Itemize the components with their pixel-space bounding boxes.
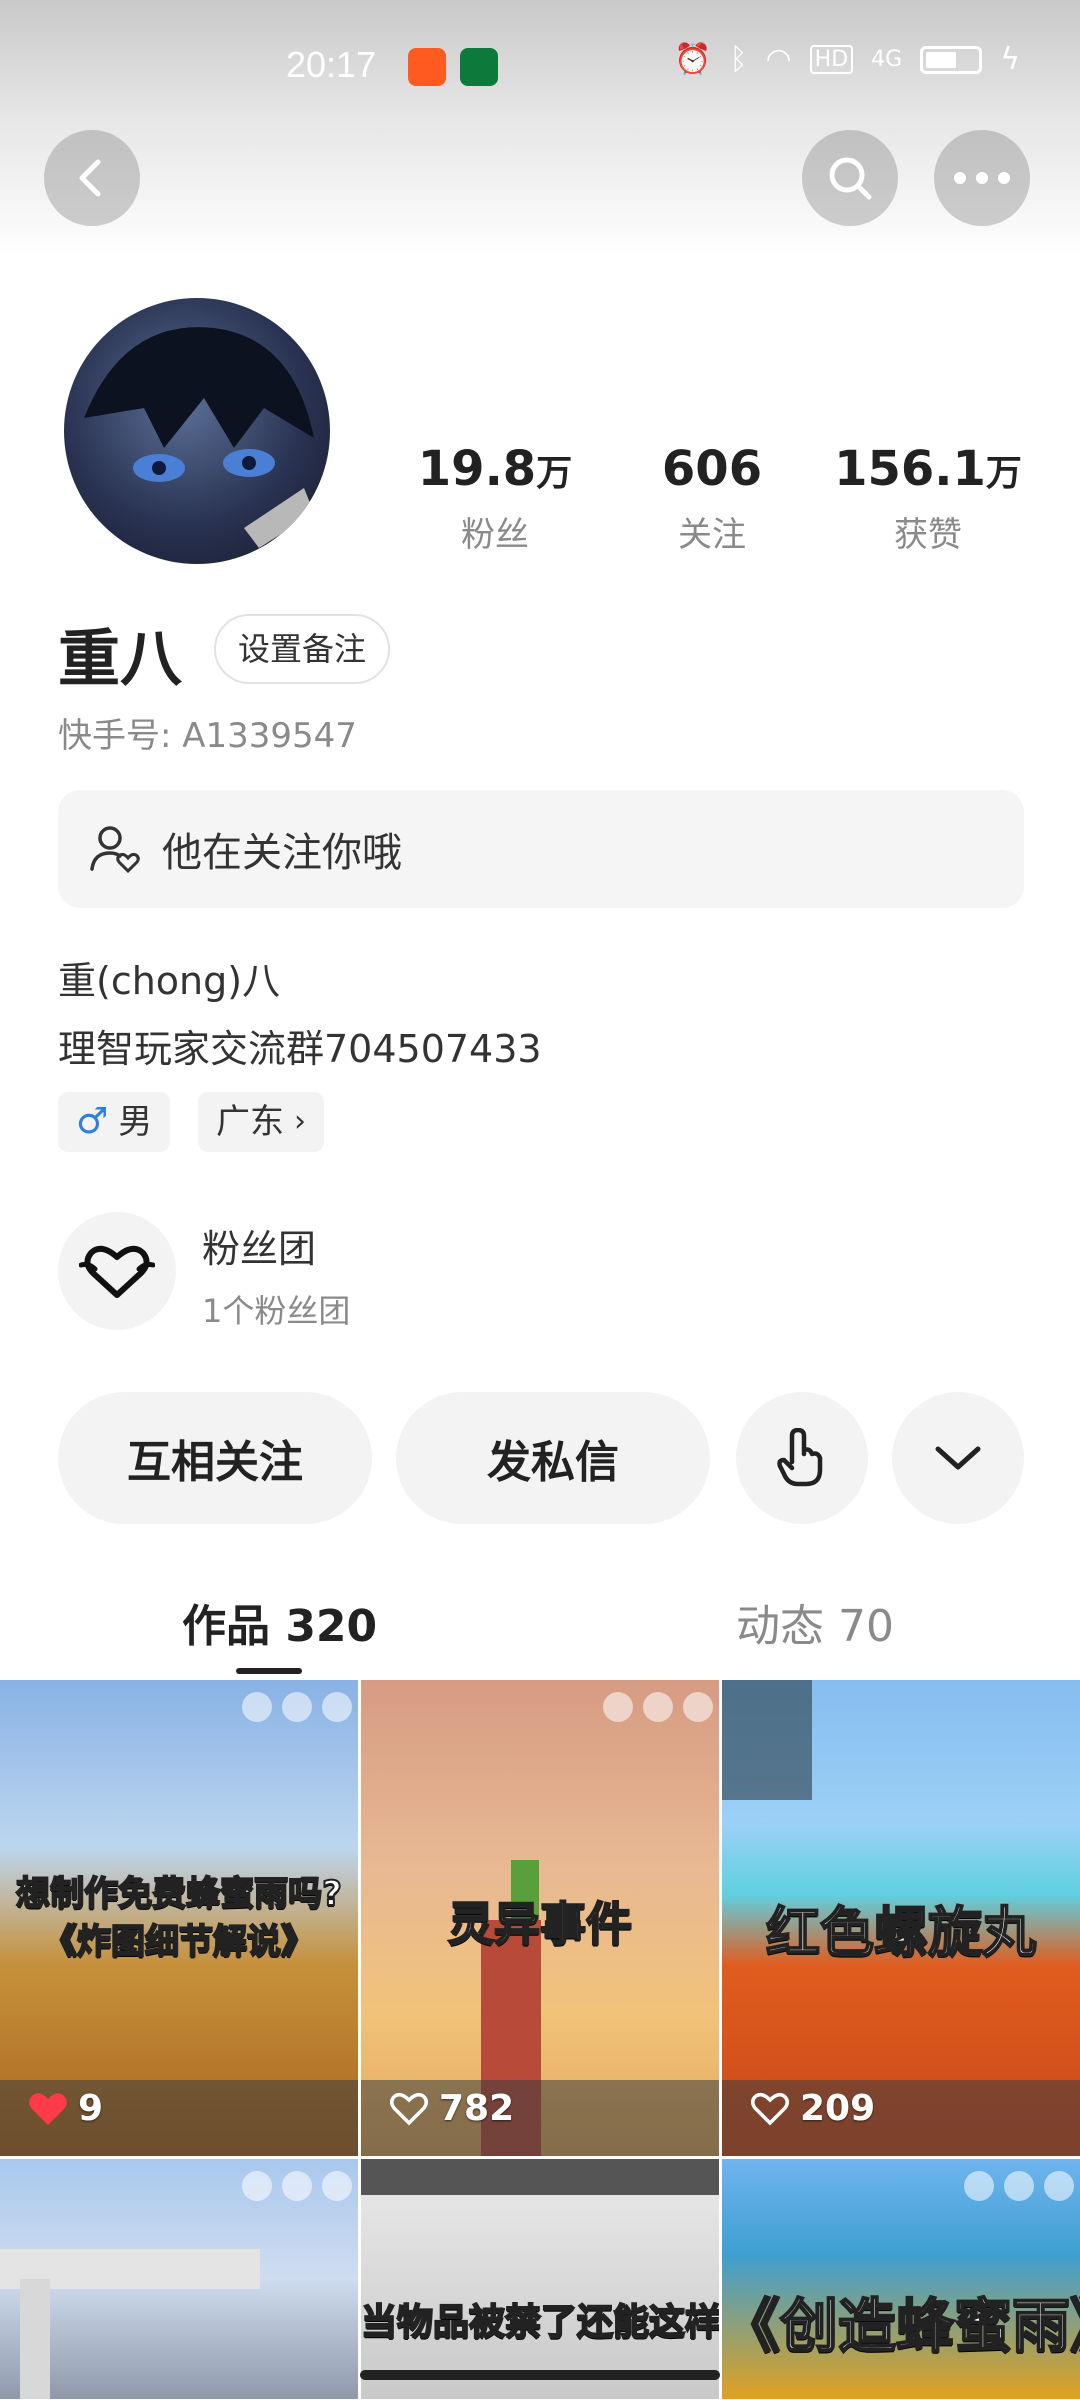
like-count-value: 782 xyxy=(439,2088,515,2129)
more-button[interactable] xyxy=(934,130,1030,226)
tab-moments[interactable]: 动态 70 xyxy=(736,1590,894,1654)
stat-unit: 万 xyxy=(985,453,1022,494)
video-title: 想制作免费蜂蜜雨吗?《炸图细节解说》 xyxy=(15,1873,343,1963)
back-button[interactable] xyxy=(44,130,140,226)
thumbnail-corner-icons xyxy=(603,1692,713,1722)
status-icons: ⏰ ᛒ ◠ HD 4G ϟ xyxy=(674,42,1020,77)
chevron-left-icon xyxy=(79,159,101,197)
more-dots-icon xyxy=(954,172,1010,184)
follows-you-notice: 他在关注你哦 xyxy=(58,790,1024,908)
stat-unit: 万 xyxy=(536,453,573,494)
video-title: 《创造蜂蜜雨》 xyxy=(722,2291,1080,2361)
thumbnail-corner-icons xyxy=(242,1692,352,1722)
kuaishou-id: 快手号: A1339547 xyxy=(58,716,357,756)
stat-number: 156.1 xyxy=(834,441,986,497)
more-actions-dropdown[interactable] xyxy=(892,1392,1024,1524)
username: 重八 xyxy=(58,622,183,695)
tap-finger-icon xyxy=(777,1428,823,1487)
heart-outline-icon xyxy=(390,2092,428,2125)
thumbnail-toolbar xyxy=(361,2159,719,2195)
home-indicator[interactable] xyxy=(360,2370,720,2380)
heart-filled-icon xyxy=(29,2092,67,2125)
like-count-value: 9 xyxy=(78,2088,104,2129)
poke-button[interactable] xyxy=(736,1392,868,1524)
hd-icon: HD xyxy=(809,45,854,74)
stat-label: 粉丝 xyxy=(461,515,529,555)
user-heart-icon xyxy=(90,826,140,874)
alarm-icon: ⏰ xyxy=(674,42,712,77)
stat-following[interactable]: 606 关注 xyxy=(612,440,812,556)
male-icon: ♂ xyxy=(76,1101,109,1142)
bio-line: 理智玩家交流群704507433 xyxy=(58,1027,542,1071)
video-title: 当物品被禁了还能这样 xyxy=(361,2301,719,2344)
set-remark-button[interactable]: 设置备注 xyxy=(214,614,391,684)
like-count: 782 xyxy=(389,2088,514,2129)
video-thumbnail[interactable] xyxy=(0,2159,358,2399)
chevron-right-icon: › xyxy=(294,1104,306,1139)
stat-label: 关注 xyxy=(678,515,746,555)
battery-icon xyxy=(920,45,983,74)
stat-number: 606 xyxy=(661,441,763,497)
like-count-value: 209 xyxy=(800,2088,876,2129)
thumbnail-corner-icons xyxy=(242,2171,352,2201)
stat-fans[interactable]: 19.8万 粉丝 xyxy=(395,440,595,556)
video-title: 红色螺旋丸 xyxy=(765,1900,1037,1965)
gender-label: 男 xyxy=(118,1102,153,1142)
like-count: 9 xyxy=(28,2088,103,2129)
thumbnail-pillar xyxy=(20,2279,50,2399)
bluetooth-icon: ᛒ xyxy=(729,42,748,77)
status-time: 20:17 xyxy=(286,44,377,85)
fan-club-count: 1个粉丝团 xyxy=(202,1292,351,1330)
wifi-icon: ◠ xyxy=(765,42,792,77)
video-thumbnail[interactable]: 红色螺旋丸 209 xyxy=(722,1680,1080,2156)
active-tab-indicator xyxy=(236,1668,302,1674)
video-thumbnail[interactable]: 想制作免费蜂蜜雨吗?《炸图细节解说》 9 xyxy=(0,1680,358,2156)
app-notification-icon xyxy=(460,48,498,86)
app-notification-icon xyxy=(408,48,446,86)
thumbnail-minimap xyxy=(722,1680,812,1800)
signal-icon: 4G xyxy=(871,47,903,72)
bio-line: 重(chong)八 xyxy=(58,959,281,1003)
thumbnail-corner-icons xyxy=(964,2171,1074,2201)
status-bar: 20:17 ⏰ ᛒ ◠ HD 4G ϟ xyxy=(0,0,1080,134)
fan-club-button[interactable] xyxy=(58,1212,176,1330)
gender-tag: ♂ 男 xyxy=(58,1092,171,1152)
avatar-image xyxy=(84,327,314,548)
heart-badge-icon xyxy=(79,1245,155,1298)
avatar[interactable] xyxy=(64,298,330,564)
tab-works[interactable]: 作品 320 xyxy=(182,1590,377,1654)
stat-label: 获赞 xyxy=(894,515,962,555)
region-tag[interactable]: 广东 › xyxy=(198,1092,324,1152)
mutual-follow-button[interactable]: 互相关注 xyxy=(58,1392,372,1524)
fan-club-title[interactable]: 粉丝团 xyxy=(202,1218,316,1273)
stat-number: 19.8 xyxy=(417,441,537,497)
search-button[interactable] xyxy=(802,130,898,226)
follows-you-text: 他在关注你哦 xyxy=(162,830,402,876)
video-grid: 想制作免费蜂蜜雨吗?《炸图细节解说》 9 灵异事件 782 红色螺旋丸 209 … xyxy=(0,1680,1080,2400)
video-thumbnail[interactable]: 当物品被禁了还能这样 xyxy=(361,2159,719,2399)
video-thumbnail[interactable]: 《创造蜂蜜雨》 xyxy=(722,2159,1080,2399)
video-thumbnail[interactable]: 灵异事件 782 xyxy=(361,1680,719,2156)
region-label: 广东 xyxy=(216,1102,284,1142)
chevron-down-icon xyxy=(935,1446,981,1470)
send-message-button[interactable]: 发私信 xyxy=(396,1392,710,1524)
like-count: 209 xyxy=(750,2088,875,2129)
charging-icon: ϟ xyxy=(1000,42,1020,77)
stat-likes[interactable]: 156.1万 获赞 xyxy=(828,440,1028,556)
video-title: 灵异事件 xyxy=(447,1896,633,1952)
search-icon xyxy=(829,157,872,200)
heart-outline-icon xyxy=(751,2092,789,2125)
